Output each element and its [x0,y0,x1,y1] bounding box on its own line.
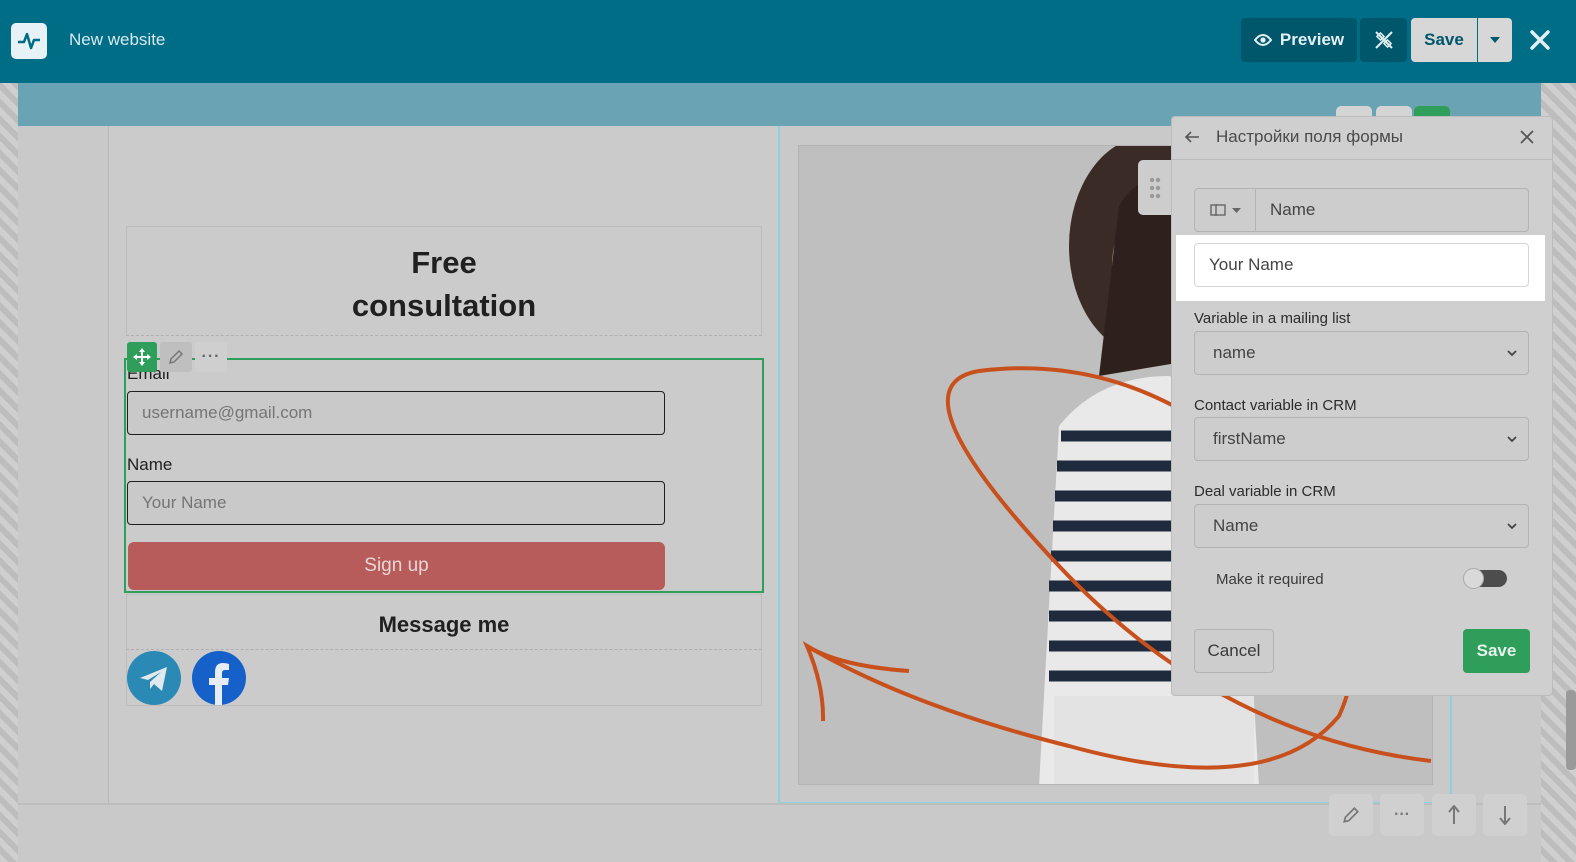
page-title: Free consultation [126,241,762,327]
email-field[interactable] [127,391,665,435]
mailing-list-label: Variable in a mailing list [1194,310,1351,327]
crm-deal-label: Deal variable in CRM [1194,483,1336,500]
crm-contact-label: Contact variable in CRM [1194,397,1357,414]
close-editor-button[interactable] [1524,24,1556,56]
close-icon [1530,30,1550,50]
panel-save-button[interactable]: Save [1463,629,1530,673]
save-options-button[interactable] [1478,18,1512,62]
site-title: New website [69,30,166,49]
mailing-list-value: name [1213,343,1256,362]
top-bar: New website Preview Save [0,0,1576,83]
back-button[interactable] [1184,129,1200,149]
crm-contact-select[interactable]: firstName [1194,417,1529,461]
design-tools-button[interactable] [1360,18,1407,62]
eye-icon [1253,34,1272,46]
more-button[interactable]: ··· [195,342,227,372]
move-section-up-button[interactable] [1432,794,1476,836]
move-section-down-button[interactable] [1483,794,1527,836]
pencil-icon [168,349,184,365]
scrollbar[interactable] [1566,690,1576,770]
move-button[interactable] [127,342,157,372]
caret-down-icon [1490,37,1500,43]
save-button[interactable]: Save [1411,18,1477,62]
field-name-input[interactable] [1255,188,1529,232]
crm-deal-select[interactable]: Name [1194,504,1529,548]
placeholder-input[interactable] [1194,243,1529,287]
pencil-icon [1343,807,1359,823]
more-icon: ··· [1394,806,1410,823]
toggle-knob [1463,568,1484,589]
title-line: consultation [351,288,537,323]
chevron-down-icon [1507,523,1517,530]
more-icon: ··· [201,348,221,365]
name-field[interactable] [127,481,665,525]
arrow-up-icon [1448,805,1460,824]
text-field-icon [1209,204,1226,216]
panel-drag-handle[interactable] [1138,160,1172,215]
section-more-button[interactable]: ··· [1380,794,1424,836]
pulse-icon[interactable] [11,23,47,59]
panel-title: Настройки поля формы [1216,127,1404,146]
title-line: Free [411,245,477,280]
preview-button[interactable]: Preview [1241,18,1357,62]
chevron-down-icon [1507,436,1517,443]
divider [126,649,762,650]
crm-contact-value: firstName [1213,429,1286,448]
chevron-down-icon [1507,350,1517,357]
telegram-icon[interactable] [127,651,181,705]
move-icon [133,348,151,366]
required-toggle[interactable] [1463,568,1507,589]
canvas-margin-left [0,83,18,862]
facebook-icon[interactable] [192,651,246,705]
name-label: Name [127,455,173,474]
section-bottom-border [18,803,1541,805]
edit-button[interactable] [160,342,192,372]
arrow-left-icon [1184,131,1199,143]
close-icon [1520,130,1534,144]
crm-deal-value: Name [1213,516,1259,535]
field-type-select[interactable] [1194,188,1256,232]
arrow-down-icon [1499,806,1511,825]
drag-handle-icon [1149,177,1161,198]
cancel-button[interactable]: Cancel [1194,629,1274,673]
caret-down-icon [1231,207,1241,213]
required-label: Make it required [1216,571,1324,588]
panel-close-button[interactable] [1520,128,1534,149]
design-tools-icon [1374,31,1393,49]
signup-button[interactable]: Sign up [128,542,665,590]
preview-label: Preview [1279,30,1345,49]
edit-section-button[interactable] [1329,794,1373,836]
mailing-list-select[interactable]: name [1194,331,1529,375]
message-title: Message me [378,612,510,637]
